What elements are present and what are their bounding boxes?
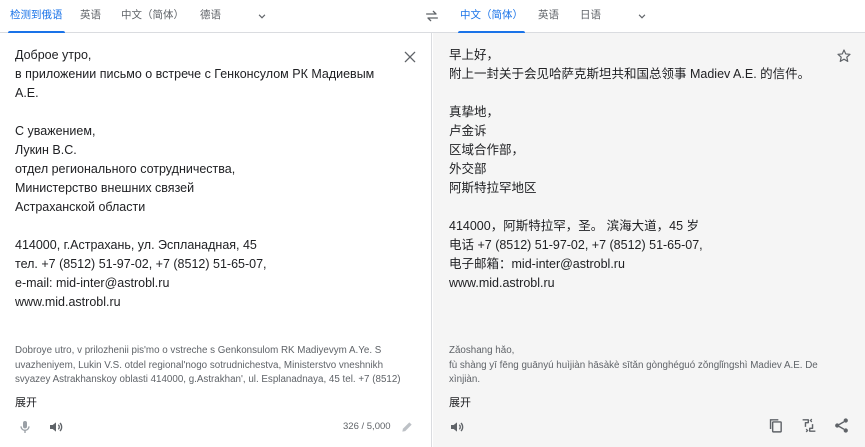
source-text-input[interactable]: Доброе утро, в приложении письмо о встре… [15,46,395,312]
edit-pencil-icon[interactable] [400,420,414,434]
source-listen-speaker-icon[interactable] [48,419,64,435]
character-count: 326 / 5,000 [343,421,391,432]
swap-languages-icon[interactable] [423,8,441,24]
source-transliteration: Dobroye utro, v prilozhenii pis'mo o vst… [15,345,401,385]
tab-source-german[interactable]: 德语 [200,0,221,33]
copy-translation-icon[interactable] [767,417,784,434]
save-translation-star-icon[interactable] [836,48,852,64]
tab-target-english[interactable]: 英语 [538,0,559,33]
share-icon[interactable] [833,417,850,434]
language-bar: 检测到俄语 英语 中文（简体） 德语 中文（简体） 英语 日语 [0,0,865,33]
source-panel: Доброе утро, в приложении письмо о встре… [0,33,432,447]
tab-source-chinese-simplified[interactable]: 中文（简体） [121,0,184,33]
target-language-chevron-down-icon[interactable] [635,9,649,23]
target-expand-link[interactable]: 展开 [449,394,471,410]
target-transliteration: Zǎoshang hǎo, fù shàng yī fēng guānyú hu… [449,345,818,385]
tab-target-chinese-simplified[interactable]: 中文（简体） [458,0,525,33]
tab-target-japanese[interactable]: 日语 [580,0,601,33]
source-language-chevron-down-icon[interactable] [255,9,269,23]
target-panel: 早上好， 附上一封关于会见哈萨克斯坦共和国总领事 Madiev A.E. 的信件… [433,33,865,447]
target-listen-speaker-icon[interactable] [449,419,465,435]
source-expand-link[interactable]: 展开 [15,394,37,410]
microphone-icon[interactable] [17,419,33,435]
translated-text: 早上好， 附上一封关于会见哈萨克斯坦共和国总领事 Madiev A.E. 的信件… [449,48,811,290]
rate-translation-feedback-icon[interactable] [800,417,818,434]
clear-source-close-icon[interactable] [402,49,418,65]
tab-source-english[interactable]: 英语 [80,0,101,33]
tab-detected-language[interactable]: 检测到俄语 [8,0,64,33]
